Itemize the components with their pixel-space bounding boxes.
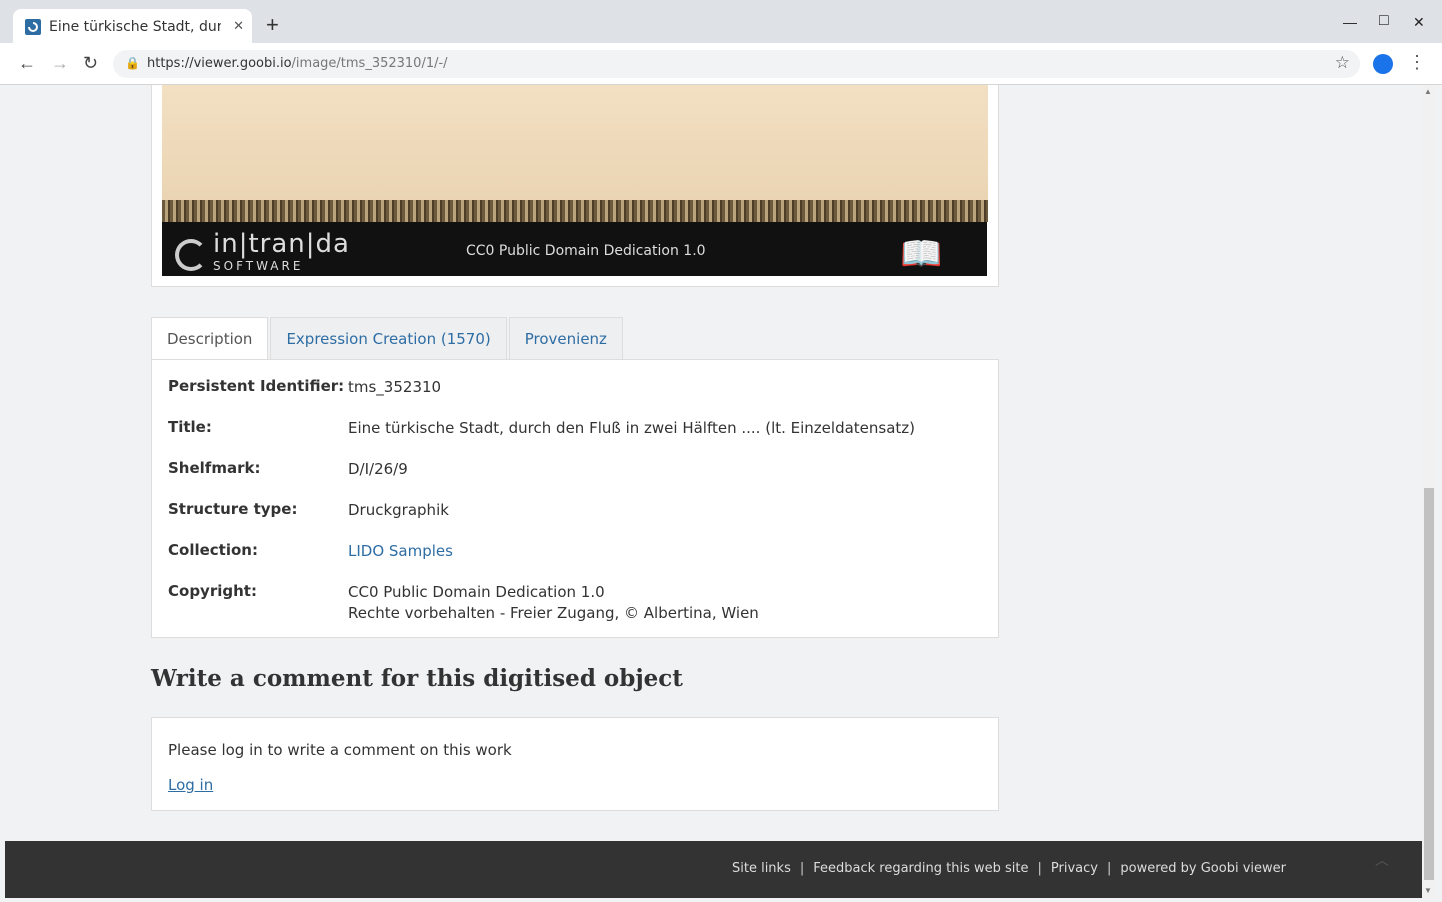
license-caption: CC0 Public Domain Dedication 1.0 [466, 243, 706, 259]
footer-site-links[interactable]: Site links [732, 861, 791, 876]
login-prompt: Please log in to write a comment on this… [168, 741, 512, 759]
collection-link[interactable]: LIDO Samples [348, 542, 453, 560]
copyright-label: Copyright: [168, 582, 257, 600]
copyright-line-1: CC0 Public Domain Dedication 1.0 [348, 583, 605, 601]
structure-type-label: Structure type: [168, 500, 298, 518]
copyright-line-2: Rechte vorbehalten - Freier Zugang, © Al… [348, 604, 759, 622]
browser-menu-icon[interactable]: ⋮ [1408, 52, 1426, 73]
minimize-icon[interactable]: — [1343, 14, 1357, 30]
page-footer: Site links | Feedback regarding this web s… [5, 841, 1422, 898]
lock-icon: 🔒 [125, 56, 140, 70]
scroll-down-icon[interactable]: ▼ [1424, 886, 1432, 895]
structure-type-value: Druckgraphik [348, 501, 449, 519]
url-text[interactable]: https://viewer.goobi.io/image/tms_352310… [147, 56, 448, 71]
tab-description[interactable]: Description [151, 317, 269, 360]
footer-privacy-link[interactable]: Privacy [1051, 861, 1098, 876]
bookmark-star-icon[interactable]: ☆ [1335, 53, 1350, 73]
new-tab-icon[interactable]: + [266, 14, 279, 36]
tab-close-icon[interactable]: ✕ [233, 18, 244, 34]
footer-links: Site links | Feedback regarding this web s… [732, 861, 1286, 876]
footer-feedback-link[interactable]: Feedback regarding this web site [813, 861, 1028, 876]
browser-tab[interactable]: Eine türkische Stadt, durch ✕ [13, 9, 252, 44]
comment-heading: Write a comment for this digitised objec… [151, 665, 683, 692]
scroll-up-icon[interactable]: ▲ [1424, 87, 1432, 96]
scrollbar-thumb[interactable] [1424, 488, 1434, 880]
window-close-icon[interactable]: ✕ [1413, 14, 1425, 31]
footer-separator: | [1037, 861, 1042, 876]
footer-separator: | [799, 861, 805, 876]
browser-tab-title: Eine türkische Stadt, durch [49, 18, 221, 35]
comment-box: Please log in to write a comment on this… [151, 717, 999, 811]
open-book-icon: 📖 [900, 235, 943, 273]
description-panel: Persistent Identifier: tms_352310 Title:… [151, 359, 999, 638]
digitised-image[interactable] [162, 85, 988, 211]
tab-expression-creation[interactable]: Expression Creation (1570) [270, 317, 507, 360]
collection-label: Collection: [168, 541, 258, 559]
back-arrow-icon[interactable]: ← [18, 53, 36, 74]
title-label: Title: [168, 418, 212, 436]
title-value: Eine türkische Stadt, durch den Fluß in … [348, 419, 916, 437]
reload-icon[interactable]: ↻ [83, 53, 98, 74]
pid-value: tms_352310 [348, 378, 442, 396]
profile-avatar-icon[interactable] [1373, 54, 1393, 74]
intranda-swirl-icon [175, 239, 207, 271]
pid-label: Persistent Identifier: [168, 377, 345, 395]
login-link[interactable]: Log in [168, 776, 213, 794]
metadata-tabs: Description Expression Creation (1570) P… [151, 317, 625, 360]
image-frame-border [162, 200, 988, 222]
intranda-logo: in|tran|da SOFTWARE [175, 231, 350, 277]
shelfmark-label: Shelfmark: [168, 459, 261, 477]
shelfmark-value: D/I/26/9 [348, 460, 408, 478]
back-to-top-icon[interactable]: ︿ [1375, 850, 1389, 870]
footer-powered-by[interactable]: powered by Goobi viewer [1120, 861, 1286, 876]
goobi-favicon-icon [25, 18, 41, 35]
footer-separator: | [1106, 861, 1112, 876]
maximize-icon[interactable]: □ [1379, 12, 1389, 30]
tab-provenienz[interactable]: Provenienz [508, 317, 623, 360]
browser-tab-bar: Eine türkische Stadt, durch ✕ + — □ ✕ [0, 0, 1442, 44]
address-bar[interactable]: 🔒 https://viewer.goobi.io/image/tms_3523… [113, 50, 1360, 78]
forward-arrow-icon[interactable]: → [51, 53, 69, 74]
browser-toolbar: ← → ↻ 🔒 https://viewer.goobi.io/image/tm… [0, 43, 1442, 85]
